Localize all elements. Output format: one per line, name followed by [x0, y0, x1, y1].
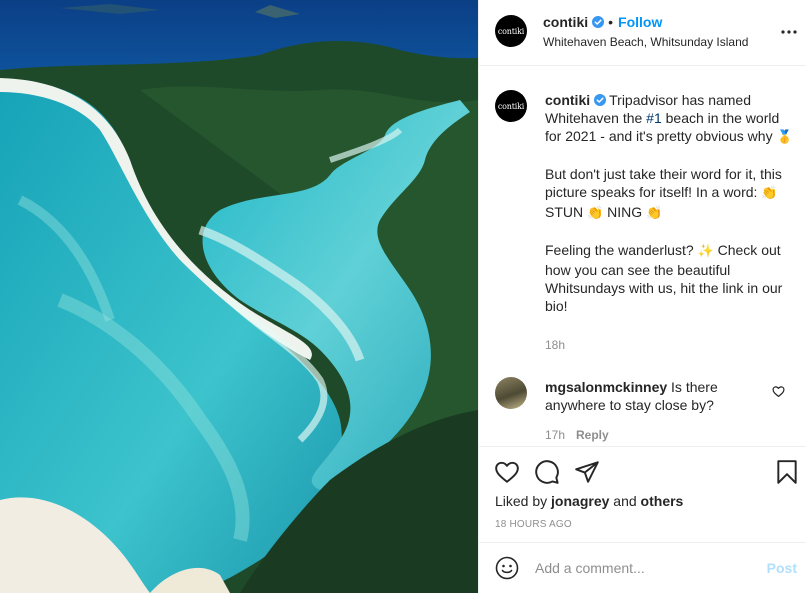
post-header: contiki contiki • Follow Whitehaven Beac…	[479, 0, 806, 66]
author-avatar[interactable]: contiki	[495, 15, 527, 47]
caption-username[interactable]: contiki	[545, 92, 590, 108]
comment: mgsalonmckinney Is there anywhere to sta…	[545, 378, 765, 414]
caption-time[interactable]: 18h	[545, 338, 565, 352]
caption-text: Feeling the wanderlust?	[545, 242, 698, 258]
liked-by-prefix: Liked by	[495, 493, 552, 509]
comments-area[interactable]: contiki contiki Tripadvisor has named Whi…	[479, 67, 806, 445]
emoji-smiley-icon[interactable]	[495, 556, 519, 580]
author-username[interactable]: contiki	[543, 14, 588, 30]
caption-text: But don't just take their word for it, t…	[545, 166, 782, 200]
clap-emoji: 👏	[761, 186, 778, 201]
reply-button[interactable]: Reply	[576, 428, 609, 442]
like-heart-icon[interactable]	[494, 459, 520, 485]
aerial-beach-image	[0, 0, 478, 593]
caption-avatar[interactable]: contiki	[495, 90, 527, 122]
post-photo[interactable]	[0, 0, 478, 593]
follow-button[interactable]: Follow	[618, 14, 662, 30]
more-options-icon[interactable]	[781, 22, 797, 42]
comment-bubble-icon[interactable]	[534, 459, 560, 485]
clap-emoji: 👏	[645, 206, 663, 221]
save-bookmark-icon[interactable]	[774, 459, 800, 485]
liked-by-line: Liked by jonagrey and others	[495, 493, 683, 509]
clap-emoji: 👏	[587, 206, 604, 221]
comment-time[interactable]: 17h	[545, 428, 565, 442]
verified-badge-icon	[594, 94, 607, 106]
caption-text: STUN	[545, 204, 587, 220]
post-actions: Liked by jonagrey and others 18 HOURS AG…	[479, 446, 806, 542]
post-location[interactable]: Whitehaven Beach, Whitsunday Island	[543, 35, 748, 49]
post-comment-button[interactable]: Post	[767, 560, 797, 576]
medal-emoji: 🥇	[776, 130, 793, 145]
author-line: contiki • Follow	[543, 14, 662, 30]
liked-by-user[interactable]: jonagrey	[551, 493, 609, 509]
share-paper-plane-icon[interactable]	[574, 459, 600, 485]
hashtag-link[interactable]: #1	[646, 110, 662, 126]
commenter-username[interactable]: mgsalonmckinney	[545, 379, 667, 395]
liked-by-and: and	[609, 493, 641, 509]
verified-badge-icon	[592, 16, 605, 28]
post-timestamp[interactable]: 18 HOURS AGO	[495, 519, 572, 530]
caption-paragraph-1: contiki Tripadvisor has named Whitehaven …	[545, 91, 795, 147]
caption-text: NING	[603, 204, 646, 220]
liked-by-others[interactable]: others	[641, 493, 684, 509]
commenter-avatar[interactable]	[495, 377, 527, 409]
post-side-panel: contiki contiki • Follow Whitehaven Beac…	[478, 0, 806, 593]
separator-dot: •	[608, 14, 614, 30]
add-comment-input[interactable]	[535, 557, 755, 579]
post-caption: contiki Tripadvisor has named Whitehaven …	[545, 91, 795, 333]
caption-paragraph-2: But don't just take their word for it, t…	[545, 165, 795, 223]
add-comment-bar: Post	[479, 542, 806, 593]
like-comment-heart-icon[interactable]	[772, 385, 785, 398]
caption-paragraph-3: Feeling the wanderlust? ✨ Check out how …	[545, 241, 795, 315]
sparkle-emoji: ✨	[697, 244, 714, 259]
